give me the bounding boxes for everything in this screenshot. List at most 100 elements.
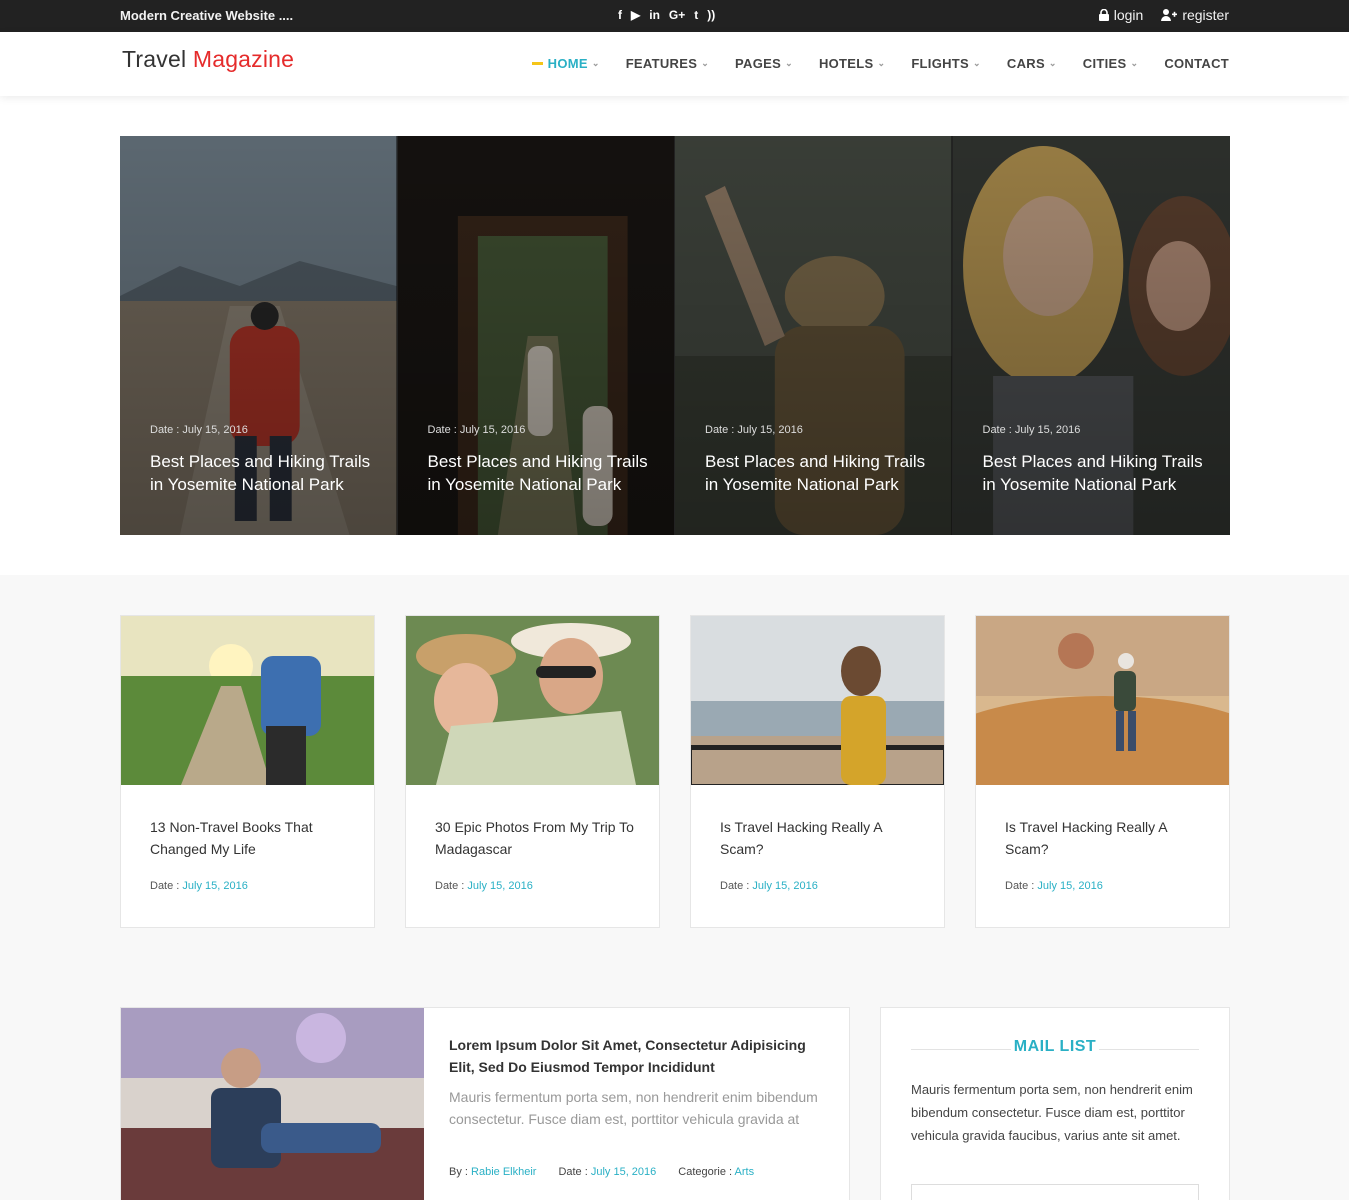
hero-title[interactable]: Best Places and Hiking Trails in Yosemit… bbox=[428, 450, 658, 496]
author-label: By : bbox=[449, 1166, 472, 1178]
chevron-down-icon: ⌄ bbox=[591, 58, 600, 68]
register-link[interactable]: register bbox=[1161, 7, 1229, 23]
facebook-icon[interactable]: f bbox=[618, 7, 622, 23]
nav-item-label: FEATURES bbox=[625, 56, 698, 71]
hero-card[interactable]: Date : July 15, 2016 Best Places and Hik… bbox=[675, 136, 953, 535]
hero-card[interactable]: Date : July 15, 2016 Best Places and Hik… bbox=[397, 136, 675, 535]
main-header: Travel Magazine HOME ⌄ FEATURES ⌄ PAGES … bbox=[0, 32, 1349, 96]
chevron-down-icon: ⌄ bbox=[877, 58, 886, 68]
hero-date: Date : July 15, 2016 bbox=[150, 424, 248, 436]
hero-title[interactable]: Best Places and Hiking Trails in Yosemit… bbox=[983, 450, 1213, 496]
post-date: Date : July 15, 2016 bbox=[720, 880, 818, 892]
post-card[interactable]: 13 Non-Travel Books That Changed My Life… bbox=[120, 615, 375, 928]
chevron-down-icon: ⌄ bbox=[973, 58, 981, 68]
post-title[interactable]: 30 Epic Photos From My Trip To Madagasca… bbox=[435, 816, 635, 860]
hero-date: Date : July 15, 2016 bbox=[427, 424, 526, 436]
logo-main-text: Travel bbox=[122, 46, 187, 72]
top-bar: Modern Creative Website .... f ▶ in G+ t… bbox=[0, 0, 1349, 32]
youtube-icon[interactable]: ▶ bbox=[631, 7, 640, 23]
nav-item-cars[interactable]: CARS ⌄ bbox=[1007, 56, 1057, 71]
lock-icon bbox=[1098, 9, 1109, 21]
rss-icon[interactable]: )) bbox=[707, 7, 715, 23]
login-link[interactable]: login bbox=[1098, 7, 1144, 23]
site-tagline: Modern Creative Website .... bbox=[120, 8, 294, 23]
nav-item-pages[interactable]: PAGES ⌄ bbox=[735, 56, 793, 71]
chevron-down-icon: ⌄ bbox=[785, 58, 793, 68]
post-date-label: Date : bbox=[435, 880, 468, 892]
nav-item-flights[interactable]: FLIGHTS ⌄ bbox=[911, 56, 981, 71]
feature-excerpt: Mauris fermentum porta sem, non hendreri… bbox=[449, 1089, 818, 1127]
feature-author: By : Rabie Elkheir bbox=[449, 1166, 536, 1178]
post-date-value[interactable]: July 15, 2016 bbox=[752, 880, 817, 892]
post-image-woman-balcony bbox=[691, 616, 944, 785]
post-image-desert-jump bbox=[976, 616, 1229, 785]
feature-category: Categorie : Arts bbox=[678, 1166, 754, 1178]
nav-item-label: CITIES bbox=[1082, 56, 1127, 71]
feature-title[interactable]: Lorem Ipsum Dolor Sit Amet, Consectetur … bbox=[449, 1034, 819, 1078]
post-date-label: Date : bbox=[720, 880, 753, 892]
hero-grid: Date : July 15, 2016 Best Places and Hik… bbox=[120, 136, 1230, 535]
nav-item-contact[interactable]: CONTACT bbox=[1164, 56, 1229, 71]
hero-card[interactable]: Date : July 15, 2016 Best Places and Hik… bbox=[120, 136, 398, 535]
post-date: Date : July 15, 2016 bbox=[435, 880, 533, 892]
feature-meta: By : Rabie Elkheir Date : July 15, 2016 … bbox=[449, 1166, 754, 1178]
hero-title[interactable]: Best Places and Hiking Trails in Yosemit… bbox=[150, 450, 380, 496]
hero-date: Date : July 15, 2016 bbox=[982, 424, 1081, 436]
post-image-backpacker bbox=[121, 616, 374, 785]
author-link[interactable]: Rabie Elkheir bbox=[471, 1166, 536, 1178]
post-date: Date : July 15, 2016 bbox=[1005, 880, 1103, 892]
post-card[interactable]: Is Travel Hacking Really A Scam? Date : … bbox=[975, 615, 1230, 928]
post-date-label: Date : bbox=[1005, 880, 1038, 892]
mail-list-text: Mauris fermentum porta sem, non hendreri… bbox=[911, 1082, 1193, 1143]
chevron-down-icon: ⌄ bbox=[701, 58, 710, 68]
site-logo[interactable]: Travel Magazine bbox=[122, 46, 294, 73]
nav-item-cities[interactable]: CITIES ⌄ bbox=[1083, 56, 1139, 71]
nav-item-features[interactable]: FEATURES ⌄ bbox=[626, 56, 709, 71]
post-image-couple-map bbox=[406, 616, 659, 785]
hero-date: Date : July 15, 2016 bbox=[705, 424, 803, 436]
post-date-value[interactable]: July 15, 2016 bbox=[182, 880, 247, 892]
auth-links: login register bbox=[1098, 7, 1229, 23]
nav-item-label: CONTACT bbox=[1164, 56, 1229, 71]
post-date-value[interactable]: July 15, 2016 bbox=[1037, 880, 1102, 892]
mail-list-title: MAIL LIST bbox=[1013, 1038, 1097, 1055]
post-title[interactable]: Is Travel Hacking Really A Scam? bbox=[720, 816, 920, 860]
nav-item-label: FLIGHTS bbox=[911, 56, 970, 71]
nav-item-label: HOME bbox=[547, 56, 588, 71]
twitter-icon[interactable]: t bbox=[694, 7, 698, 23]
mail-list-heading: MAIL LIST bbox=[911, 1038, 1199, 1060]
chevron-down-icon: ⌄ bbox=[1130, 58, 1139, 68]
post-date-value[interactable]: July 15, 2016 bbox=[467, 880, 532, 892]
main-nav: HOME ⌄ FEATURES ⌄ PAGES ⌄ HOTELS ⌄ FLIGH… bbox=[506, 56, 1229, 71]
post-title[interactable]: Is Travel Hacking Really A Scam? bbox=[1005, 816, 1205, 860]
post-title[interactable]: 13 Non-Travel Books That Changed My Life bbox=[150, 816, 350, 860]
mail-list-widget: MAIL LIST Mauris fermentum porta sem, no… bbox=[880, 1007, 1230, 1200]
social-links: f ▶ in G+ t )) bbox=[618, 7, 715, 23]
date-link[interactable]: July 15, 2016 bbox=[591, 1166, 656, 1178]
chevron-down-icon: ⌄ bbox=[1048, 58, 1057, 68]
linkedin-icon[interactable]: in bbox=[649, 7, 660, 23]
post-card[interactable]: Is Travel Hacking Really A Scam? Date : … bbox=[690, 615, 945, 928]
feature-image-man-tablet bbox=[121, 1008, 424, 1200]
post-date: Date : July 15, 2016 bbox=[150, 880, 248, 892]
post-card[interactable]: 30 Epic Photos From My Trip To Madagasca… bbox=[405, 615, 660, 928]
active-indicator bbox=[531, 62, 543, 65]
nav-item-home[interactable]: HOME ⌄ bbox=[531, 56, 600, 71]
featured-article[interactable]: Lorem Ipsum Dolor Sit Amet, Consectetur … bbox=[120, 1007, 850, 1200]
hero-card[interactable]: Date : July 15, 2016 Best Places and Hik… bbox=[952, 136, 1230, 535]
hero-title[interactable]: Best Places and Hiking Trails in Yosemit… bbox=[705, 450, 935, 496]
divider bbox=[1099, 1049, 1199, 1050]
date-label: Date : bbox=[558, 1166, 591, 1178]
nav-item-label: HOTELS bbox=[818, 56, 874, 71]
nav-item-hotels[interactable]: HOTELS ⌄ bbox=[819, 56, 885, 71]
nav-item-label: CARS bbox=[1006, 56, 1045, 71]
feature-date: Date : July 15, 2016 bbox=[558, 1166, 656, 1178]
google-plus-icon[interactable]: G+ bbox=[669, 7, 685, 23]
register-label: register bbox=[1182, 7, 1229, 23]
logo-accent-text: Magazine bbox=[192, 46, 295, 72]
email-field[interactable] bbox=[911, 1184, 1199, 1200]
nav-item-label: PAGES bbox=[735, 56, 782, 71]
category-link[interactable]: Arts bbox=[735, 1166, 755, 1178]
login-label: login bbox=[1113, 7, 1144, 23]
category-label: Categorie : bbox=[678, 1166, 735, 1178]
